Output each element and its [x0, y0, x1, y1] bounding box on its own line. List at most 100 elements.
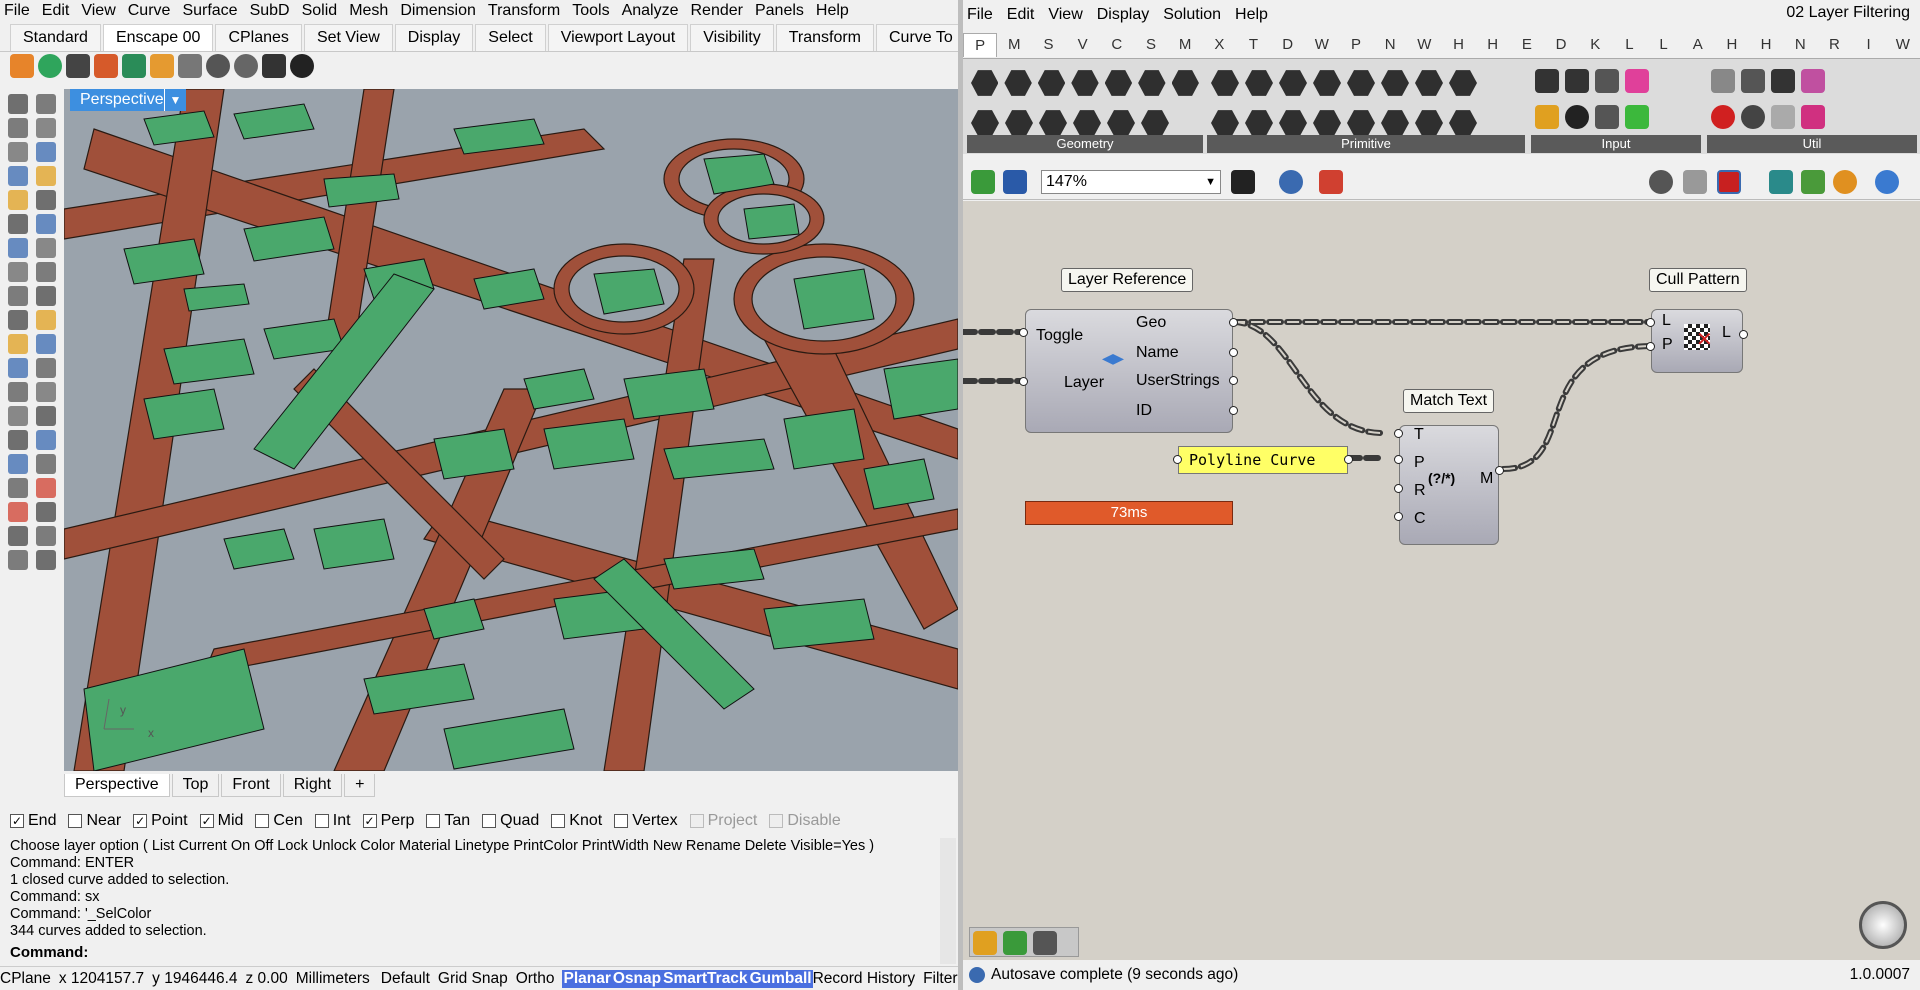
side-tool-icon[interactable] [36, 310, 56, 330]
component-tab[interactable]: W [1886, 33, 1920, 57]
side-tool-icon[interactable] [8, 214, 28, 234]
osnap-checkbox[interactable] [314, 814, 329, 828]
render-icon[interactable] [94, 54, 118, 78]
command-scrollbar[interactable] [940, 838, 956, 964]
side-tool-icon[interactable] [36, 358, 56, 378]
output-l[interactable]: L [1722, 324, 1731, 342]
port-dot[interactable] [1394, 484, 1403, 493]
display-option-3-icon[interactable] [1833, 170, 1857, 194]
osnap-checkbox[interactable]: ✓ [133, 814, 148, 828]
display-option-1-icon[interactable] [1769, 170, 1793, 194]
feedback-mail-icon[interactable] [262, 54, 286, 78]
rhino-menu-subd[interactable]: SubD [250, 2, 290, 20]
rhino-menu-edit[interactable]: Edit [42, 2, 70, 20]
output-geo[interactable]: Geo [1136, 314, 1166, 332]
rhino-menu-render[interactable]: Render [691, 2, 743, 20]
cull-pattern-node[interactable]: L P ✕ L [1651, 309, 1743, 373]
polyline-curve-panel[interactable]: Polyline Curve [1178, 446, 1348, 474]
zoom-select[interactable]: 147% ▼ [1041, 170, 1221, 194]
display-option-2-icon[interactable] [1801, 170, 1825, 194]
rhino-menu-mesh[interactable]: Mesh [349, 2, 388, 20]
perspective-viewport[interactable]: y x Perspective ▼ [64, 89, 958, 771]
side-tool-icon[interactable] [36, 334, 56, 354]
port-dot[interactable] [1019, 328, 1028, 337]
component-tab[interactable]: H [1441, 33, 1475, 57]
sketch-pen-icon[interactable] [1319, 170, 1343, 194]
port-dot[interactable] [1646, 318, 1655, 327]
side-tool-icon[interactable] [8, 262, 28, 282]
component-tab[interactable]: S [1134, 33, 1168, 57]
side-tool-icon[interactable] [36, 142, 56, 162]
side-tool-icon[interactable] [36, 550, 56, 570]
status-toggle-gumball[interactable]: Gumball [748, 969, 813, 988]
rhino-menu-solid[interactable]: Solid [302, 2, 338, 20]
output-name[interactable]: Name [1136, 344, 1179, 362]
info-icon[interactable] [290, 54, 314, 78]
component-tab[interactable]: H [1749, 33, 1783, 57]
port-dot[interactable] [1394, 429, 1403, 438]
side-tool-icon[interactable] [36, 214, 56, 234]
side-tool-icon[interactable] [8, 166, 28, 186]
toolbar-tab-select[interactable]: Select [475, 24, 546, 51]
side-tool-icon[interactable] [36, 94, 56, 114]
component-tab[interactable]: W [1407, 33, 1441, 57]
widget-pen-icon[interactable] [1033, 931, 1057, 955]
add-view-tab-icon[interactable]: + [344, 773, 376, 797]
side-tool-icon[interactable] [8, 238, 28, 258]
gear-icon[interactable] [234, 54, 258, 78]
component-tab[interactable]: N [1373, 33, 1407, 57]
toolbar-tab-display[interactable]: Display [394, 24, 474, 51]
command-prompt[interactable]: Command: [10, 944, 940, 962]
zoom-extents-icon[interactable] [1231, 170, 1255, 194]
port-dot[interactable] [1173, 455, 1182, 464]
preview-shaded-icon[interactable] [1683, 170, 1707, 194]
side-tool-icon[interactable] [8, 94, 28, 114]
side-tool-icon[interactable] [8, 550, 28, 570]
osnap-vertex[interactable]: Vertex [614, 812, 678, 830]
osnap-checkbox[interactable]: ✓ [10, 814, 24, 828]
osnap-perp[interactable]: ✓ Perp [362, 812, 414, 830]
component-tab[interactable]: K [1578, 33, 1612, 57]
group-util-label[interactable]: Util [1707, 135, 1917, 153]
side-tool-icon[interactable] [8, 454, 28, 474]
osnap-quad[interactable]: Quad [482, 812, 539, 830]
side-tool-icon[interactable] [36, 454, 56, 474]
component-tab[interactable]: E [1510, 33, 1544, 57]
sphere-icon[interactable] [1875, 170, 1899, 194]
side-tool-icon[interactable] [36, 166, 56, 186]
rhino-menu-curve[interactable]: Curve [128, 2, 171, 20]
osnap-checkbox[interactable] [426, 814, 441, 828]
input-p[interactable]: P [1414, 454, 1425, 472]
rhino-menu-tools[interactable]: Tools [572, 2, 609, 20]
component-tab[interactable]: H [1476, 33, 1510, 57]
view-tab-front[interactable]: Front [221, 773, 281, 797]
osnap-checkbox[interactable] [551, 814, 566, 828]
side-tool-icon[interactable] [8, 478, 28, 498]
rhino-menu-view[interactable]: View [81, 2, 115, 20]
side-tool-icon[interactable] [36, 526, 56, 546]
component-tab[interactable]: D [1271, 33, 1305, 57]
side-tool-icon[interactable] [8, 358, 28, 378]
side-tool-icon[interactable] [8, 190, 28, 210]
viewport-menu-arrow-icon[interactable]: ▼ [164, 89, 186, 111]
input-c[interactable]: C [1414, 510, 1426, 528]
component-tab[interactable]: A [1681, 33, 1715, 57]
side-tool-icon[interactable] [8, 334, 28, 354]
side-tool-icon[interactable] [36, 502, 56, 522]
group-geometry-label[interactable]: Geometry [967, 135, 1203, 153]
component-tab[interactable]: C [1100, 33, 1134, 57]
open-file-icon[interactable] [971, 170, 995, 194]
group-input-label[interactable]: Input [1531, 135, 1701, 153]
side-tool-icon[interactable] [36, 262, 56, 282]
component-tab[interactable]: W [1305, 33, 1339, 57]
component-tab[interactable]: S [1031, 33, 1065, 57]
material-icon[interactable] [178, 54, 202, 78]
side-tool-icon[interactable] [36, 478, 56, 498]
side-tool-icon[interactable] [36, 286, 56, 306]
side-tool-icon[interactable] [8, 406, 28, 426]
osnap-checkbox[interactable]: ✓ [199, 814, 214, 828]
osnap-end[interactable]: ✓ End [10, 812, 56, 830]
input-r[interactable]: R [1414, 482, 1426, 500]
rhino-menu-dimension[interactable]: Dimension [400, 2, 476, 20]
side-tool-icon[interactable] [8, 310, 28, 330]
